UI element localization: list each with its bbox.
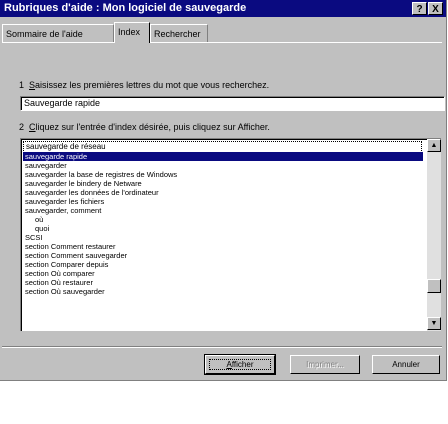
list-item[interactable]: sauvegarder, comment	[23, 206, 423, 215]
step2-instruction: 2 Cliquez sur l'entrée d'index désirée, …	[19, 122, 270, 132]
help-icon[interactable]: ?	[412, 2, 427, 15]
index-list[interactable]: sauvegarde de réseau sauvegarde rapide sa…	[20, 138, 441, 331]
list-item[interactable]: sauvegarder les données de l'ordinateur	[23, 188, 423, 197]
scroll-up-icon[interactable]: ▲	[427, 139, 441, 152]
list-item[interactable]: section Où comparer	[23, 269, 423, 278]
list-item[interactable]: sauvegarde rapide	[23, 152, 423, 161]
step2-text: liquez sur l'entrée d'index désirée, pui…	[35, 122, 270, 132]
step1-number: 1	[19, 80, 25, 90]
tab-contents[interactable]: Sommaire de l'aide	[2, 24, 114, 42]
step1-text: aisissez les premières lettres du mot qu…	[35, 80, 270, 90]
list-item[interactable]: section Comment restaurer	[23, 242, 423, 251]
list-item[interactable]: où	[23, 215, 423, 224]
scroll-down-icon[interactable]: ▼	[427, 317, 441, 330]
tab-search[interactable]: Rechercher	[150, 24, 208, 42]
help-window: Rubriques d'aide : Mon logiciel de sauve…	[0, 0, 447, 381]
list-item[interactable]: section Comment sauvegarder	[23, 251, 423, 260]
close-icon[interactable]: X	[428, 2, 443, 15]
scrollbar[interactable]: ▲ ▼	[427, 139, 441, 331]
window-title: Rubriques d'aide : Mon logiciel de sauve…	[4, 2, 247, 14]
display-button[interactable]: Afficher	[204, 354, 276, 375]
list-item[interactable]: sauvegarder les fichiers	[23, 197, 423, 206]
list-item[interactable]: quoi	[23, 224, 423, 233]
focus-rect	[209, 359, 271, 370]
list-item[interactable]: section Où sauvegarder	[23, 287, 423, 296]
list-item[interactable]: section Comparer depuis	[23, 260, 423, 269]
print-button[interactable]: Imprimer...	[290, 355, 360, 374]
step1-instruction: 1 Saisissez les premières lettres du mot…	[19, 80, 269, 90]
list-items: sauvegarde rapide sauvegarder sauvegarder …	[23, 152, 423, 296]
list-item[interactable]: section Où restaurer	[23, 278, 423, 287]
divider	[2, 346, 442, 348]
title-bar[interactable]: Rubriques d'aide : Mon logiciel de sauve…	[0, 0, 446, 17]
scroll-thumb[interactable]	[427, 279, 441, 293]
list-item[interactable]: sauvegarder la base de registres de Wind…	[23, 170, 423, 179]
cancel-button[interactable]: Annuler	[372, 355, 440, 374]
step2-number: 2	[19, 122, 25, 132]
list-item[interactable]: sauvegarder le bindery de Netware	[23, 179, 423, 188]
search-input[interactable]: Sauvegarde rapide	[20, 96, 445, 111]
list-item[interactable]: SCSI	[23, 233, 423, 242]
tab-index[interactable]: Index	[114, 22, 150, 43]
list-item[interactable]: sauvegarder	[23, 161, 423, 170]
